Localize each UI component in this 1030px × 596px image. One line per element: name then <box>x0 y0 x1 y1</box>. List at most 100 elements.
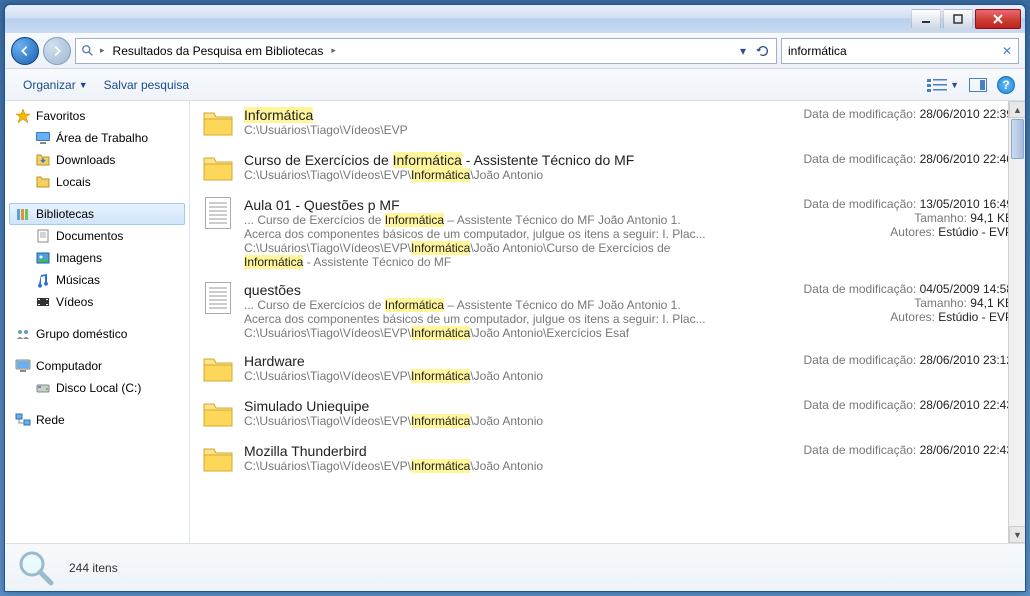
chevron-right-icon: ▸ <box>331 45 336 56</box>
status-count: 244 itens <box>69 561 118 575</box>
homegroup-label: Grupo doméstico <box>36 327 127 341</box>
result-title: Mozilla Thunderbird <box>244 443 713 459</box>
save-search-button[interactable]: Salvar pesquisa <box>96 74 197 96</box>
sidebar-libraries[interactable]: Bibliotecas <box>9 203 185 225</box>
music-icon <box>35 272 51 288</box>
result-meta: Data de modificação: 28/06/2010 22:43 <box>723 443 1013 475</box>
network-group: Rede <box>5 409 189 431</box>
result-row[interactable]: questões... Curso de Exercícios de Infor… <box>190 276 1025 347</box>
result-path: C:\Usuários\Tiago\Vídeos\EVP\Informática… <box>244 168 713 182</box>
content-area: Favoritos Área de Trabalho Downloads Loc… <box>5 101 1025 543</box>
explorer-window: ▸ Resultados da Pesquisa em Bibliotecas … <box>4 4 1026 592</box>
scroll-thumb[interactable] <box>1011 119 1024 159</box>
result-row[interactable]: Curso de Exercícios de Informática - Ass… <box>190 146 1025 191</box>
close-button[interactable] <box>975 9 1021 29</box>
help-button[interactable]: ? <box>997 76 1015 94</box>
sidebar-item-places[interactable]: Locais <box>5 171 189 193</box>
sidebar-favorites[interactable]: Favoritos <box>5 105 189 127</box>
images-icon <box>35 250 51 266</box>
result-title: Aula 01 - Questões p MF <box>244 197 713 213</box>
folder-icon <box>202 443 234 475</box>
scroll-up-button[interactable]: ▲ <box>1009 101 1025 118</box>
search-large-icon <box>15 547 57 589</box>
result-title: Curso de Exercícios de Informática - Ass… <box>244 152 713 168</box>
result-path: C:\Usuários\Tiago\Vídeos\EVP\Informática… <box>244 241 713 269</box>
maximize-button[interactable] <box>943 9 973 29</box>
organize-button[interactable]: Organizar ▼ <box>15 74 96 96</box>
document-icon <box>202 282 234 314</box>
result-meta: Data de modificação: 13/05/2010 16:49Tam… <box>723 197 1013 269</box>
sidebar-item-videos[interactable]: Vídeos <box>5 291 189 313</box>
address-dropdown-button[interactable]: ▾ <box>734 41 752 61</box>
homegroup-icon <box>15 326 31 342</box>
sidebar-network[interactable]: Rede <box>5 409 189 431</box>
result-meta: Data de modificação: 28/06/2010 23:12 <box>723 353 1013 385</box>
result-meta: Data de modificação: 04/05/2009 14:58Tam… <box>723 282 1013 340</box>
sidebar-item-desktop[interactable]: Área de Trabalho <box>5 127 189 149</box>
clear-search-button[interactable]: ✕ <box>1002 44 1012 58</box>
result-path: C:\Usuários\Tiago\Vídeos\EVP\Informática… <box>244 459 713 473</box>
star-icon <box>15 108 31 124</box>
result-row[interactable]: Aula 01 - Questões p MF... Curso de Exer… <box>190 191 1025 276</box>
libraries-icon <box>15 206 31 222</box>
titlebar[interactable] <box>5 5 1025 33</box>
chevron-right-icon: ▸ <box>100 45 105 56</box>
results-pane[interactable]: InformáticaC:\Usuários\Tiago\Vídeos\EVP D… <box>190 101 1025 543</box>
sidebar-item-drive-c[interactable]: Disco Local (C:) <box>5 377 189 399</box>
sidebar-homegroup[interactable]: Grupo doméstico <box>5 323 189 345</box>
result-title: Informática <box>244 107 713 123</box>
view-button[interactable]: ▼ <box>926 77 959 93</box>
back-button[interactable] <box>11 37 39 65</box>
result-path: C:\Usuários\Tiago\Vídeos\EVP <box>244 123 713 137</box>
videos-icon <box>35 294 51 310</box>
sidebar-item-images[interactable]: Imagens <box>5 247 189 269</box>
result-title: questões <box>244 282 713 298</box>
computer-icon <box>15 358 31 374</box>
libraries-label: Bibliotecas <box>36 207 94 221</box>
search-input[interactable] <box>788 44 1012 58</box>
breadcrumb[interactable]: Resultados da Pesquisa em Bibliotecas <box>109 42 328 60</box>
preview-pane-button[interactable] <box>969 78 987 92</box>
sidebar-item-music[interactable]: Músicas <box>5 269 189 291</box>
folder-icon <box>202 152 234 184</box>
search-box[interactable]: ✕ <box>781 38 1019 64</box>
result-path: C:\Usuários\Tiago\Vídeos\EVP\Informática… <box>244 369 713 383</box>
sidebar-item-downloads[interactable]: Downloads <box>5 149 189 171</box>
scrollbar[interactable]: ▲ ▼ <box>1008 101 1025 543</box>
folder-icon <box>202 398 234 430</box>
result-meta: Data de modificação: 28/06/2010 22:39 <box>723 107 1013 139</box>
drive-icon <box>35 380 51 396</box>
downloads-icon <box>35 152 51 168</box>
result-row[interactable]: InformáticaC:\Usuários\Tiago\Vídeos\EVP D… <box>190 101 1025 146</box>
documents-icon <box>35 228 51 244</box>
command-toolbar: Organizar ▼ Salvar pesquisa ▼ ? <box>5 69 1025 101</box>
scroll-down-button[interactable]: ▼ <box>1009 526 1025 543</box>
minimize-button[interactable] <box>911 9 941 29</box>
sidebar-computer[interactable]: Computador <box>5 355 189 377</box>
sidebar-item-documents[interactable]: Documentos <box>5 225 189 247</box>
result-row[interactable]: HardwareC:\Usuários\Tiago\Vídeos\EVP\Inf… <box>190 347 1025 392</box>
document-icon <box>202 197 234 229</box>
forward-button[interactable] <box>43 37 71 65</box>
computer-group: Computador Disco Local (C:) <box>5 355 189 399</box>
result-row[interactable]: Simulado UniequipeC:\Usuários\Tiago\Víde… <box>190 392 1025 437</box>
result-path: C:\Usuários\Tiago\Vídeos\EVP\Informática… <box>244 326 713 340</box>
result-meta: Data de modificação: 28/06/2010 22:43 <box>723 398 1013 430</box>
refresh-button[interactable] <box>754 41 772 61</box>
result-meta: Data de modificação: 28/06/2010 22:40 <box>723 152 1013 184</box>
desktop-icon <box>35 130 51 146</box>
homegroup-group: Grupo doméstico <box>5 323 189 345</box>
network-label: Rede <box>36 413 65 427</box>
computer-label: Computador <box>36 359 102 373</box>
favorites-group: Favoritos Área de Trabalho Downloads Loc… <box>5 105 189 193</box>
result-snippet: ... Curso de Exercícios de Informática –… <box>244 298 713 326</box>
address-bar[interactable]: ▸ Resultados da Pesquisa em Bibliotecas … <box>75 38 777 64</box>
nav-toolbar: ▸ Resultados da Pesquisa em Bibliotecas … <box>5 33 1025 69</box>
status-bar: 244 itens <box>5 543 1025 591</box>
network-icon <box>15 412 31 428</box>
favorites-label: Favoritos <box>36 109 85 123</box>
libraries-group: Bibliotecas Documentos Imagens Músicas V… <box>5 203 189 313</box>
result-row[interactable]: Mozilla ThunderbirdC:\Usuários\Tiago\Víd… <box>190 437 1025 482</box>
navigation-pane[interactable]: Favoritos Área de Trabalho Downloads Loc… <box>5 101 190 543</box>
result-path: C:\Usuários\Tiago\Vídeos\EVP\Informática… <box>244 414 713 428</box>
